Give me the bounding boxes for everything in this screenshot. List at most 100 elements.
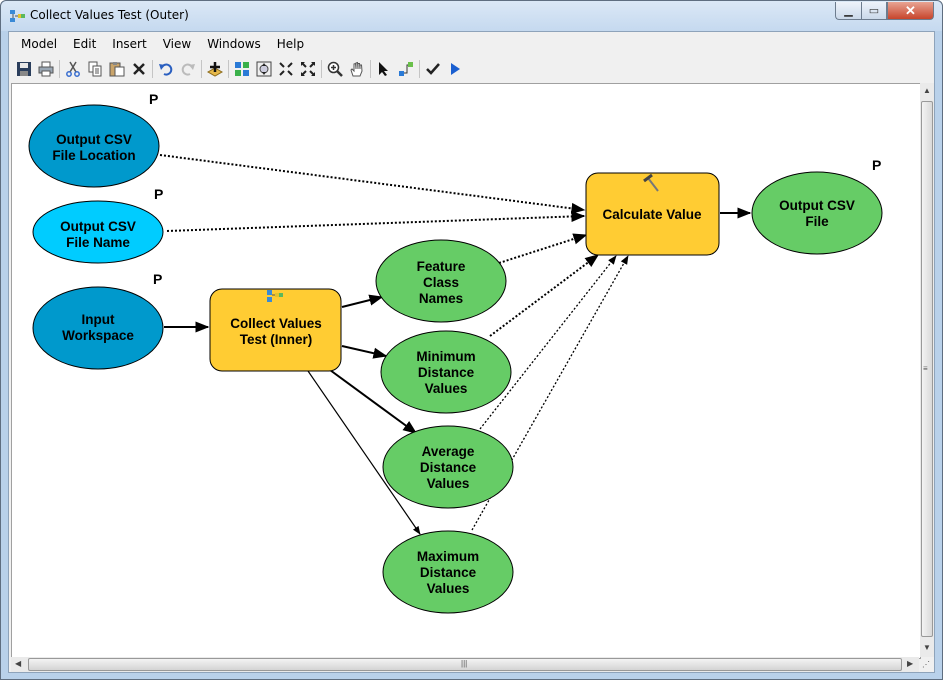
menu-edit[interactable]: Edit [65, 37, 104, 51]
print-button[interactable] [35, 58, 57, 80]
cut-icon [66, 61, 80, 77]
add-data-icon [207, 62, 223, 77]
node-output-csv-file[interactable]: Output CSV File [751, 171, 883, 255]
connect-button[interactable] [395, 58, 417, 80]
undo-icon [159, 63, 173, 76]
paste-button[interactable] [106, 58, 128, 80]
horizontal-scrollbar[interactable]: ◀ ||| ▶ [11, 657, 919, 672]
model-app-icon [10, 10, 25, 22]
run-button[interactable] [444, 58, 466, 80]
toolbar-separator [228, 60, 229, 78]
pan-button[interactable] [346, 58, 368, 80]
node-average-distance-values[interactable]: Average Distance Values [382, 425, 514, 509]
menu-insert[interactable]: Insert [104, 37, 154, 51]
connect-icon [399, 62, 413, 76]
run-icon [451, 63, 460, 75]
toolbar-separator [152, 60, 153, 78]
node-label: Output CSV [56, 132, 132, 147]
toolbar-separator [370, 60, 371, 78]
cut-button[interactable] [62, 58, 84, 80]
zoom-out-fixed-icon [301, 62, 315, 76]
full-extent-button[interactable] [253, 58, 275, 80]
close-icon: ✕ [905, 2, 916, 18]
toolbar [9, 56, 938, 82]
validate-icon [426, 63, 440, 75]
node-label: File Name [66, 235, 130, 250]
copy-icon [88, 61, 102, 77]
node-label: Values [425, 381, 468, 396]
node-minimum-distance-values[interactable]: Minimum Distance Values [380, 330, 512, 414]
print-icon [38, 61, 54, 77]
node-label: Average [422, 444, 475, 459]
node-label: Names [419, 291, 463, 306]
node-label: File Location [52, 148, 135, 163]
select-button[interactable] [373, 58, 395, 80]
node-label: Output CSV [779, 198, 855, 213]
node-label: Output CSV [60, 219, 136, 234]
auto-layout-icon [235, 62, 249, 76]
maximize-icon: ▭ [868, 5, 880, 17]
node-label: Feature [417, 259, 466, 274]
validate-button[interactable] [422, 58, 444, 80]
maximize-button[interactable]: ▭ [861, 2, 887, 20]
model-canvas[interactable]: Output CSV File Location P Output CSV Fi… [11, 83, 921, 659]
title-bar[interactable]: Collect Values Test (Outer) ▁ ▭ ✕ [1, 1, 942, 31]
node-label: Distance [420, 565, 477, 580]
auto-layout-button[interactable] [231, 58, 253, 80]
connector-featnames-to-calculate [498, 233, 588, 264]
node-label: Maximum [417, 549, 479, 564]
node-label: Calculate Value [602, 207, 702, 222]
node-output-csv-location[interactable]: Output CSV File Location [28, 104, 160, 188]
copy-button[interactable] [84, 58, 106, 80]
save-button[interactable] [13, 58, 35, 80]
undo-button[interactable] [155, 58, 177, 80]
vertical-scrollbar[interactable]: ▲ ≡ ▼ [920, 83, 934, 657]
scroll-right-icon[interactable]: ▶ [907, 659, 913, 668]
scroll-down-icon[interactable]: ▼ [923, 643, 931, 652]
full-extent-icon [256, 61, 272, 77]
connector-collect-to-min [341, 345, 388, 359]
grip-icon: ≡ [923, 364, 928, 373]
node-calculate-value[interactable]: Calculate Value [585, 172, 720, 256]
paste-icon [109, 62, 125, 77]
node-label: Values [427, 581, 470, 596]
node-output-csv-name[interactable]: Output CSV File Name [32, 200, 164, 264]
node-label: Class [423, 275, 459, 290]
client-area: Model Edit Insert View Windows Help Outp… [8, 31, 935, 673]
toolbar-separator [419, 60, 420, 78]
node-label: Minimum [416, 349, 475, 364]
redo-button[interactable] [177, 58, 199, 80]
parameter-marker: P [154, 186, 163, 202]
zoom-in-button[interactable] [324, 58, 346, 80]
close-button[interactable]: ✕ [887, 2, 934, 20]
zoom-in-fixed-icon [279, 62, 293, 76]
node-maximum-distance-values[interactable]: Maximum Distance Values [382, 530, 514, 614]
scroll-left-icon[interactable]: ◀ [15, 659, 21, 668]
menu-bar: Model Edit Insert View Windows Help [9, 32, 938, 56]
menu-view[interactable]: View [155, 37, 199, 51]
node-label: Workspace [62, 328, 134, 343]
node-label: Distance [418, 365, 475, 380]
delete-button[interactable] [128, 58, 150, 80]
select-icon [379, 62, 388, 76]
node-collect-values-inner[interactable]: Collect Values Test (Inner) [209, 288, 342, 372]
node-feature-class-names[interactable]: Feature Class Names [375, 239, 507, 323]
zoom-out-fixed-button[interactable] [297, 58, 319, 80]
save-icon [17, 62, 31, 76]
node-input-workspace[interactable]: Input Workspace [32, 286, 164, 370]
add-data-button[interactable] [204, 58, 226, 80]
vertical-scroll-thumb[interactable]: ≡ [921, 101, 933, 637]
connector-location-to-calculate [159, 154, 586, 214]
minimize-button[interactable]: ▁ [835, 2, 861, 20]
app-window: Collect Values Test (Outer) ▁ ▭ ✕ Model … [0, 0, 943, 680]
scroll-up-icon[interactable]: ▲ [923, 86, 931, 95]
pan-icon [350, 61, 363, 77]
horizontal-scroll-thumb[interactable]: ||| [28, 658, 902, 671]
zoom-in-fixed-button[interactable] [275, 58, 297, 80]
menu-model[interactable]: Model [13, 37, 65, 51]
node-label: Collect Values [230, 316, 322, 331]
menu-windows[interactable]: Windows [199, 37, 269, 51]
resize-grip-icon[interactable]: ⋰ [922, 660, 930, 669]
node-label: Distance [420, 460, 477, 475]
menu-help[interactable]: Help [269, 37, 312, 51]
